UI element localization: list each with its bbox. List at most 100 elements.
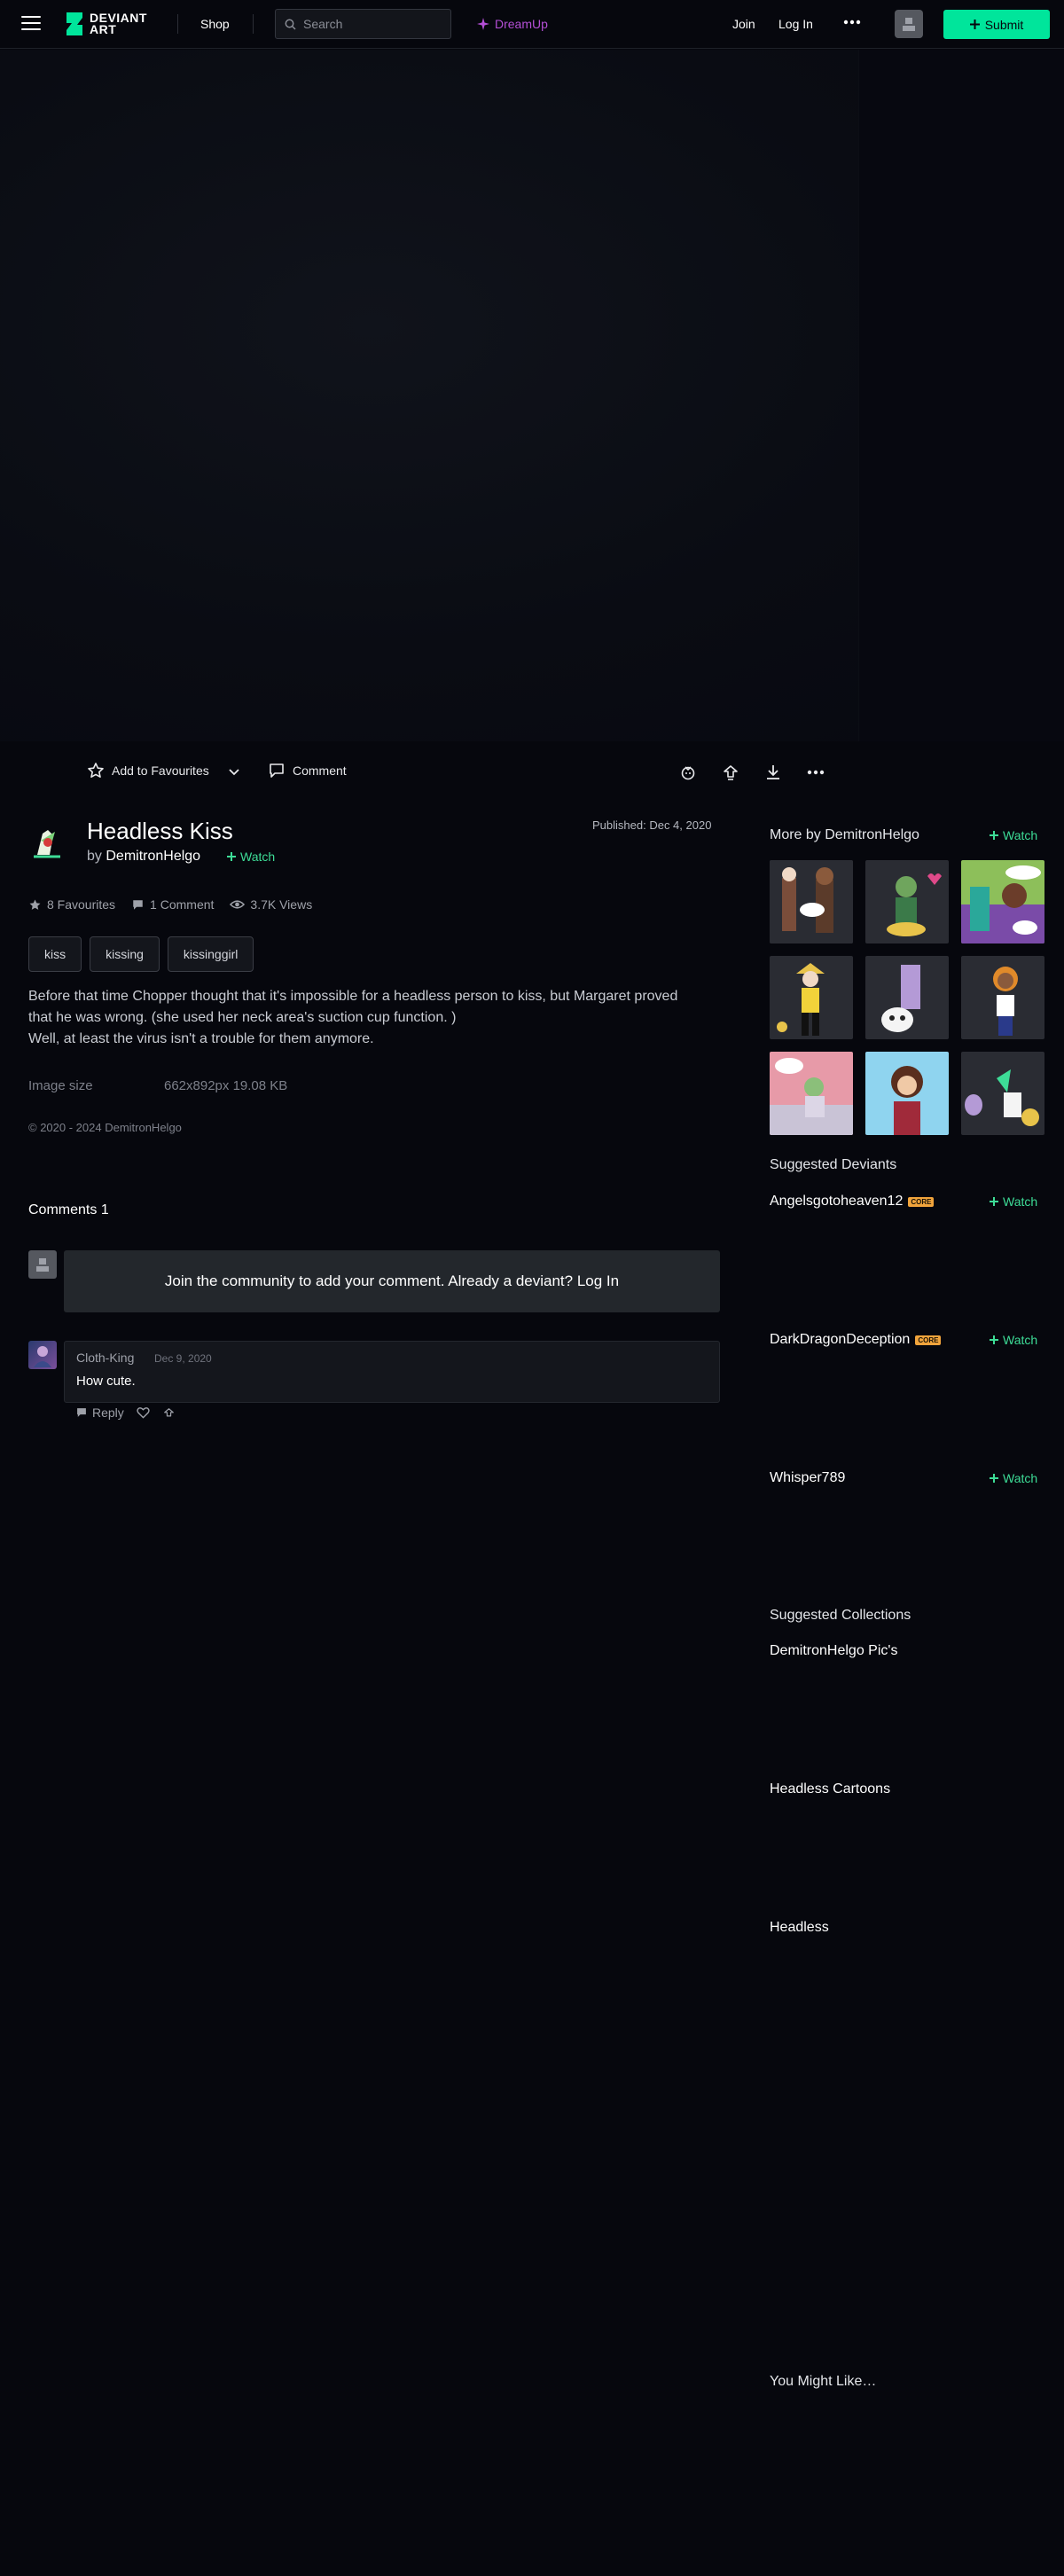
- submit-button[interactable]: Submit: [943, 10, 1050, 39]
- comment-text: How cute.: [76, 1374, 136, 1389]
- search-icon: [285, 19, 296, 30]
- comments-count: 1 Comment: [150, 897, 215, 912]
- comment-label: Comment: [293, 763, 347, 778]
- logo-wordmark: DEVIANT ART: [90, 11, 147, 36]
- more-by-thumbnail[interactable]: [961, 956, 1044, 1039]
- reply-icon: [77, 1408, 86, 1417]
- collection-link[interactable]: DemitronHelgo Pic's: [770, 1643, 897, 1659]
- more-by-thumbnail[interactable]: [961, 860, 1044, 943]
- watch-label: Watch: [1003, 828, 1038, 842]
- more-by-thumbnail[interactable]: [770, 956, 853, 1039]
- favourites-stat: 8 Favourites: [28, 897, 115, 912]
- plus-icon: [969, 20, 980, 29]
- menu-icon[interactable]: [21, 16, 41, 32]
- chevron-down-icon[interactable]: [223, 762, 245, 783]
- submit-label: Submit: [984, 17, 1024, 32]
- search-input[interactable]: [303, 17, 436, 31]
- watch-label: Watch: [1003, 1194, 1038, 1209]
- deviation-title: Headless Kiss: [87, 818, 233, 844]
- deviant-name: DarkDragonDeception: [770, 1332, 911, 1347]
- star-icon: [88, 763, 104, 778]
- give-points-icon[interactable]: [720, 762, 741, 783]
- more-options-icon[interactable]: [843, 20, 861, 25]
- join-community-prompt[interactable]: Join the community to add your comment. …: [64, 1250, 720, 1312]
- watch-author-button[interactable]: Watch: [227, 850, 275, 864]
- collection-link[interactable]: Headless: [770, 1920, 829, 1936]
- author-link[interactable]: DemitronHelgo: [106, 849, 200, 864]
- comment-icon: [133, 899, 143, 910]
- watch-deviant-button[interactable]: Watch: [990, 1471, 1037, 1485]
- deviantart-logo-icon: [66, 12, 82, 35]
- watch-deviant-button[interactable]: Watch: [990, 1194, 1037, 1209]
- deviant-name: Whisper789: [770, 1470, 846, 1485]
- reply-label: Reply: [92, 1405, 124, 1420]
- tag-kissing[interactable]: kissing: [90, 936, 160, 972]
- download-icon[interactable]: [763, 762, 784, 783]
- image-side-panel: [858, 50, 1064, 741]
- watch-label: Watch: [240, 850, 276, 864]
- reply-button[interactable]: Reply: [75, 1405, 124, 1420]
- badge-gift-icon[interactable]: [677, 762, 699, 783]
- dreamup-link[interactable]: DreamUp: [476, 17, 548, 31]
- sidebar-watch-button[interactable]: Watch: [990, 828, 1037, 842]
- published-date: Published: Dec 4, 2020: [592, 818, 712, 832]
- more-by-thumbnail[interactable]: [770, 1052, 853, 1135]
- more-by-thumbnail[interactable]: [865, 956, 949, 1039]
- search-box[interactable]: [275, 9, 451, 39]
- more-actions-icon[interactable]: [805, 762, 826, 783]
- image-size-label: Image size: [28, 1078, 93, 1093]
- plus-icon: [227, 852, 236, 861]
- tag-list: kiss kissing kissinggirl: [28, 936, 254, 972]
- watch-label: Watch: [1003, 1471, 1038, 1485]
- views-count: 3.7K Views: [250, 897, 313, 912]
- join-link[interactable]: Join: [732, 17, 755, 31]
- views-stat: 3.7K Views: [230, 897, 312, 912]
- tag-kiss[interactable]: kiss: [28, 936, 82, 972]
- top-navigation-bar: DEVIANT ART Shop DreamUp Join Log In Sub…: [0, 0, 1064, 49]
- deviation-stats: 8 Favourites 1 Comment 3.7K Views: [28, 897, 312, 912]
- user-avatar-icon[interactable]: [895, 10, 923, 38]
- more-by-thumbnail[interactable]: [961, 1052, 1044, 1135]
- plus-icon: [990, 1474, 998, 1483]
- deviation-description: Before that time Chopper thought that it…: [28, 986, 720, 1050]
- watch-deviant-button[interactable]: Watch: [990, 1333, 1037, 1347]
- comment-date: Dec 9, 2020: [154, 1352, 212, 1365]
- add-to-favourites-button[interactable]: Add to Favourites: [87, 762, 209, 779]
- like-heart-icon[interactable]: [137, 1406, 150, 1419]
- tag-kissinggirl[interactable]: kissinggirl: [167, 936, 254, 972]
- plus-icon: [990, 831, 998, 840]
- byline: by DemitronHelgo: [87, 849, 200, 865]
- favourites-count: 8 Favourites: [47, 897, 116, 912]
- author-avatar[interactable]: [28, 823, 66, 860]
- suggested-deviant-link[interactable]: Angelsgotoheaven12 CORE: [770, 1194, 935, 1210]
- comment-author-link[interactable]: Cloth-King: [76, 1351, 134, 1365]
- shop-link[interactable]: Shop: [200, 17, 230, 31]
- divider: [253, 14, 254, 34]
- core-badge: CORE: [915, 1335, 942, 1345]
- suggested-deviant-link[interactable]: Whisper789: [770, 1470, 845, 1486]
- collection-link[interactable]: Headless Cartoons: [770, 1781, 890, 1797]
- comments-stat: 1 Comment: [131, 897, 214, 912]
- star-icon: [29, 899, 41, 910]
- copyright-notice: © 2020 - 2024 DemitronHelgo: [28, 1121, 182, 1134]
- more-by-thumbnail[interactable]: [770, 860, 853, 943]
- suggested-deviant-link[interactable]: DarkDragonDeception CORE: [770, 1332, 942, 1348]
- dreamup-label: DreamUp: [495, 17, 548, 31]
- commenter-avatar[interactable]: [28, 1341, 57, 1369]
- comments-heading-label: Comments: [28, 1202, 98, 1218]
- comment-actions: Reply: [75, 1405, 176, 1420]
- login-link[interactable]: Log In: [778, 17, 813, 31]
- more-by-thumbnail[interactable]: [865, 1052, 949, 1135]
- deviantart-logo[interactable]: DEVIANT ART: [65, 11, 147, 37]
- byline-prefix: by: [87, 849, 102, 864]
- eye-icon: [230, 900, 246, 909]
- comment-card: Cloth-King Dec 9, 2020 How cute.: [64, 1341, 720, 1403]
- suggested-deviants-heading: Suggested Deviants: [770, 1157, 897, 1172]
- give-points-icon[interactable]: [162, 1406, 176, 1420]
- you-might-like-heading: You Might Like…: [770, 2374, 877, 2389]
- action-bar: Add to Favourites Comment: [0, 758, 1064, 787]
- guest-avatar-icon: [28, 1250, 57, 1279]
- comment-button[interactable]: Comment: [268, 762, 347, 779]
- more-by-thumbnail[interactable]: [865, 860, 949, 943]
- watch-label: Watch: [1003, 1333, 1038, 1347]
